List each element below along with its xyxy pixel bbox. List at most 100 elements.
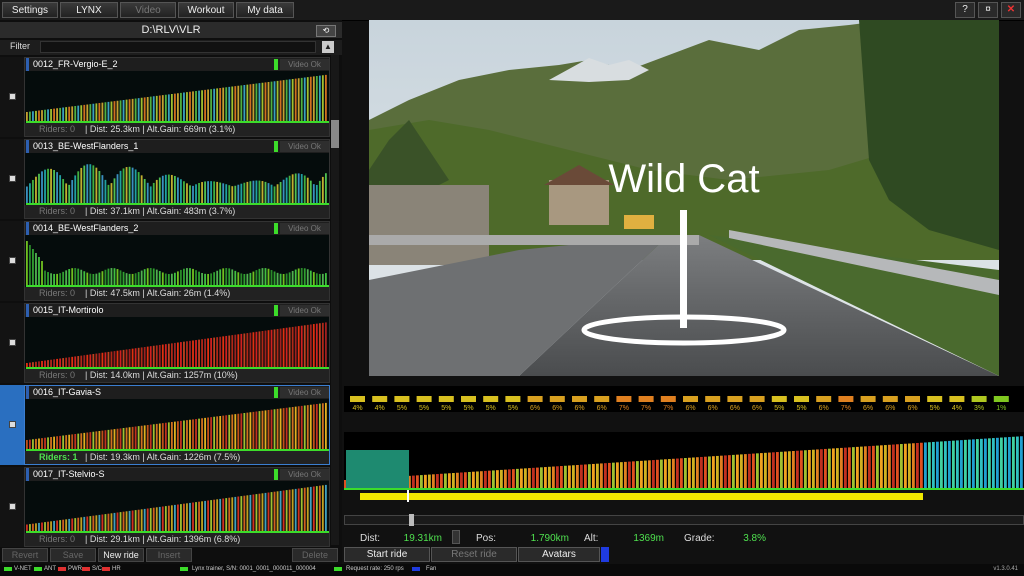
profile-bar (240, 85, 243, 122)
profile-bar (92, 515, 95, 532)
start-ride-button[interactable]: Start ride (344, 547, 430, 562)
profile-bar (213, 272, 216, 286)
ride-select-handle[interactable] (0, 221, 24, 301)
ride-card[interactable]: 0014_BE-WestFlanders_2 Video Ok Riders: 0 |… (24, 221, 330, 301)
lynx-tab[interactable]: LYNX (60, 2, 118, 18)
profile-bar (255, 494, 258, 532)
elevation-bar (528, 468, 531, 488)
grade-strip-svg: 4% 4% 5% 5% 5% 5% 5% 5% 6% 6% 6% 6% 7% 7% 7% 6% 6% 6% 6% 5%… (350, 378, 1009, 412)
profile-bar (53, 108, 55, 122)
elevation-bar (936, 441, 939, 488)
video-status-indicator-icon (274, 223, 278, 234)
new-ride-button[interactable]: New ride (98, 548, 144, 562)
profile-bar (80, 269, 83, 286)
ride-expand-icon[interactable] (9, 421, 16, 428)
video-ok-button[interactable]: Video Ok (280, 223, 329, 234)
profile-bar (318, 485, 321, 532)
profile-bar (152, 424, 155, 450)
ride-card[interactable]: 0013_BE-WestFlanders_1 Video Ok Riders: 0 |… (24, 139, 330, 219)
profile-bar (189, 502, 191, 532)
browse-folder-icon[interactable]: ⟲ (316, 25, 336, 37)
video-ok-button[interactable]: Video Ok (280, 387, 329, 398)
profile-bar (312, 486, 315, 532)
ride-select-handle[interactable] (0, 385, 24, 465)
position-slider-thumb[interactable] (409, 514, 414, 526)
elevation-bar (992, 438, 995, 488)
save-button[interactable]: Save (50, 548, 96, 562)
profile-bar (225, 184, 228, 204)
ride-card[interactable]: 0017_IT-Stelvio-S Video Ok Riders: 0 | Dist… (24, 467, 330, 547)
profile-bar (285, 327, 288, 368)
profile-bar (92, 353, 95, 368)
video-ok-button[interactable]: Video Ok (280, 469, 329, 480)
profile-bar (152, 345, 155, 368)
profile-bar (282, 328, 285, 368)
profile-bar (273, 186, 276, 204)
reset-ride-button[interactable]: Reset ride (431, 547, 517, 562)
profile-bar (210, 500, 213, 532)
mydata-tab[interactable]: My data (236, 2, 294, 18)
ride-select-handle[interactable] (0, 57, 24, 137)
rate-indicator-icon (334, 567, 342, 571)
ride-stats: | Dist: 29.1km | Alt.Gain: 1396m (6.8%) (85, 534, 241, 544)
scroll-up-icon[interactable]: ▲ (322, 41, 334, 53)
ride-select-handle[interactable] (0, 303, 24, 383)
ride-select-handle[interactable] (0, 139, 24, 219)
profile-bar (83, 432, 86, 450)
profile-bar (107, 429, 110, 450)
elevation-bar (752, 453, 755, 488)
revert-button[interactable]: Revert (2, 548, 48, 562)
ride-expand-icon[interactable] (9, 257, 16, 264)
profile-bar (86, 272, 89, 286)
delete-button[interactable]: Delete (292, 548, 338, 562)
profile-bar (119, 100, 122, 122)
distance-spinner[interactable] (452, 530, 460, 544)
minimize-button[interactable]: ¤ (978, 2, 998, 18)
ride-expand-icon[interactable] (9, 503, 16, 510)
help-button[interactable]: ? (955, 2, 975, 18)
elevation-bar (680, 458, 683, 488)
video-ok-button[interactable]: Video Ok (280, 59, 329, 70)
profile-bar (219, 88, 222, 122)
elevation-bar (564, 465, 567, 488)
ride-expand-icon[interactable] (9, 93, 16, 100)
close-button[interactable]: ✕ (1001, 2, 1021, 18)
profile-bar (198, 90, 200, 122)
profile-bar (228, 268, 231, 286)
video-tab[interactable]: Video (120, 2, 176, 18)
workout-tab[interactable]: Workout (178, 2, 234, 18)
profile-bar (143, 269, 146, 286)
profile-bar (297, 488, 300, 532)
profile-bar (122, 428, 125, 450)
ride-expand-icon[interactable] (9, 339, 16, 346)
ride-card[interactable]: 0012_FR-Vergio-E_2 Video Ok Riders: 0 | Dis… (24, 57, 330, 137)
profile-bar (107, 268, 110, 286)
elevation-bar (652, 460, 655, 488)
video-ok-button[interactable]: Video Ok (280, 305, 329, 316)
ride-card[interactable]: 0015_IT-Mortirolo Video Ok Riders: 0 | Dist… (24, 303, 330, 383)
profile-bar (309, 76, 312, 122)
scrollbar-thumb[interactable] (331, 120, 339, 148)
profile-bar (32, 179, 34, 204)
profile-bar (285, 79, 288, 122)
ride-color-marker (26, 304, 29, 317)
insert-button[interactable]: Insert (146, 548, 192, 562)
profile-bar (119, 428, 122, 450)
profile-bar (321, 322, 324, 368)
grade-segment (749, 396, 765, 402)
profile-bar (177, 177, 179, 204)
position-slider[interactable] (344, 515, 1024, 525)
ride-select-handle[interactable] (0, 467, 24, 547)
ride-expand-icon[interactable] (9, 175, 16, 182)
elevation-bar (1012, 436, 1015, 488)
avatars-button[interactable]: Avatars (518, 547, 600, 562)
profile-bar (282, 408, 285, 450)
avatar-color-swatch[interactable] (601, 547, 609, 562)
profile-bar (41, 261, 43, 286)
ride-card[interactable]: 0016_IT-Gavia-S Video Ok Riders: 1 | Dist: … (24, 385, 330, 465)
version-label: v1.3.0.41 (993, 566, 1018, 572)
filter-input[interactable] (40, 41, 316, 53)
settings-tab[interactable]: Settings (2, 2, 58, 18)
profile-bar (309, 270, 312, 286)
video-ok-button[interactable]: Video Ok (280, 141, 329, 152)
